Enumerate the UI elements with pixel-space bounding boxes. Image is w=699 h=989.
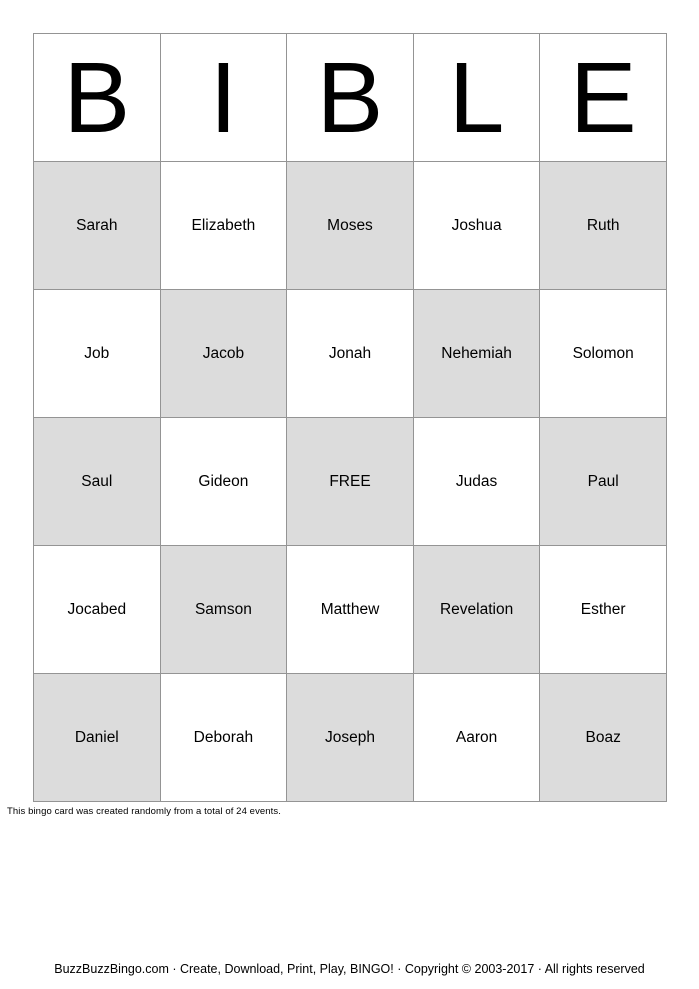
bingo-cell[interactable]: Joseph [286,673,414,802]
bingo-cell[interactable]: Revelation [412,545,541,674]
bingo-row: Daniel Deborah Joseph Aaron Boaz [33,673,667,802]
bingo-row: Saul Gideon FREE Judas Paul [33,417,667,546]
bingo-cell[interactable]: Moses [286,161,414,290]
bingo-cell[interactable]: Jocabed [33,545,161,674]
bingo-cell[interactable]: Paul [539,417,667,546]
bingo-header-letter-2: I [159,33,288,162]
bingo-row: Jocabed Samson Matthew Revelation Esther [33,545,667,674]
bingo-row: Job Jacob Jonah Nehemiah Solomon [33,289,667,418]
bingo-cell[interactable]: Sarah [33,161,161,290]
bingo-header-letter-5: E [539,33,667,162]
bingo-cell[interactable]: Judas [412,417,541,546]
bingo-cell[interactable]: Joshua [412,161,541,290]
bingo-cell[interactable]: Daniel [33,673,161,802]
bingo-header-letter-1: B [33,33,161,162]
bingo-header-letter-4: L [412,33,541,162]
bingo-cell[interactable]: Samson [159,545,288,674]
bingo-cell[interactable]: Jonah [286,289,414,418]
bingo-cell[interactable]: Job [33,289,161,418]
bingo-cell[interactable]: Deborah [159,673,288,802]
bingo-cell[interactable]: Jacob [159,289,288,418]
bingo-cell[interactable]: Esther [539,545,667,674]
bingo-cell-free-space[interactable]: FREE [286,417,414,546]
bingo-row: Sarah Elizabeth Moses Joshua Ruth [33,161,667,290]
bingo-cell[interactable]: Ruth [539,161,667,290]
bingo-card-container: B I B L E Sarah Elizabeth Moses Joshua R… [33,33,667,802]
bingo-cell[interactable]: Aaron [412,673,541,802]
bingo-cell[interactable]: Saul [33,417,161,546]
bingo-header-letter-3: B [286,33,414,162]
bingo-cell[interactable]: Gideon [159,417,288,546]
bingo-cell[interactable]: Boaz [539,673,667,802]
card-note: This bingo card was created randomly fro… [7,806,282,817]
bingo-cell[interactable]: Nehemiah [412,289,541,418]
bingo-card-table: B I B L E Sarah Elizabeth Moses Joshua R… [33,33,667,802]
page-footer: BuzzBuzzBingo.com · Create, Download, Pr… [54,962,645,976]
bingo-cell[interactable]: Solomon [539,289,667,418]
bingo-cell[interactable]: Matthew [286,545,414,674]
bingo-header-row: B I B L E [33,33,667,162]
bingo-cell[interactable]: Elizabeth [159,161,288,290]
